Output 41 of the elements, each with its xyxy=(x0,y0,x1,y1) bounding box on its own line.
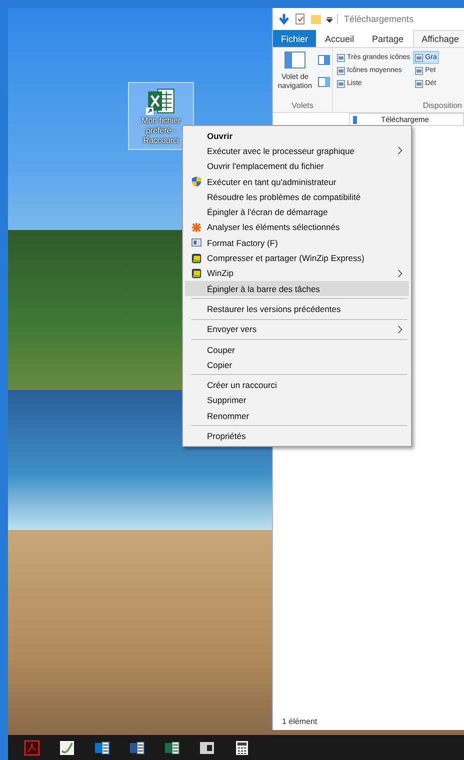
menu-item[interactable]: Envoyer vers xyxy=(185,322,409,337)
menu-item[interactable]: Supprimer xyxy=(185,392,409,408)
menu-item[interactable]: Épingler à l'écran de démarrage xyxy=(185,204,409,220)
window-title: Téléchargements xyxy=(337,14,414,24)
menu-item[interactable]: Exécuter en tant qu'administrateur xyxy=(185,174,409,190)
navigation-pane-icon xyxy=(284,51,306,69)
chevron-right-icon xyxy=(397,324,403,334)
checkmark-icon[interactable] xyxy=(59,740,75,756)
ribbon-tab[interactable]: Fichier xyxy=(273,30,316,47)
menu-item[interactable]: Renommer xyxy=(185,408,409,424)
menu-item[interactable]: Épingler à la barre des tâches xyxy=(185,280,409,296)
scan-icon xyxy=(190,222,202,233)
menu-item[interactable]: Ouvrir l'emplacement du fichier xyxy=(185,158,409,174)
document-icon[interactable] xyxy=(129,740,145,756)
details-pane-icon[interactable] xyxy=(318,77,330,87)
ribbon-tab[interactable]: Affichage xyxy=(412,30,464,47)
chevron-right-icon xyxy=(397,146,403,156)
shortcut-label: Mon fichier préféré - Raccourci xyxy=(140,116,182,146)
checklist-icon[interactable] xyxy=(294,13,306,25)
menu-item[interactable]: Résoudre les problèmes de compatibilité xyxy=(185,189,409,204)
group-label: Disposition xyxy=(422,101,463,110)
menu-item[interactable]: Couper xyxy=(185,342,409,358)
dropdown-icon[interactable] xyxy=(326,16,333,22)
menu-item[interactable]: WinZip xyxy=(185,266,409,281)
menu-item[interactable]: Créer un raccourci xyxy=(185,377,409,393)
status-text: 1 élément xyxy=(282,716,318,726)
calculator-icon[interactable] xyxy=(234,740,250,756)
menu-item[interactable]: Copier xyxy=(185,357,409,372)
preview-pane-icon[interactable] xyxy=(318,55,330,65)
menu-item[interactable]: Format Factory (F) xyxy=(185,235,409,250)
menu-item[interactable]: Restaurer les versions précédentes xyxy=(185,301,409,317)
menu-item[interactable]: Propriétés xyxy=(185,428,409,444)
chevron-right-icon xyxy=(397,268,403,278)
spreadsheet-icon[interactable] xyxy=(164,740,180,756)
shield-icon xyxy=(190,176,202,188)
spreadsheet-icon xyxy=(146,86,176,116)
menu-item[interactable]: Compresser et partager (WinZip Express) xyxy=(185,250,409,266)
down-arrow-icon[interactable] xyxy=(278,13,290,25)
image-viewer-icon[interactable] xyxy=(199,740,215,756)
menu-item[interactable]: Analyser les éléments sélectionnés xyxy=(185,220,409,236)
group-label: Volets xyxy=(292,101,314,110)
